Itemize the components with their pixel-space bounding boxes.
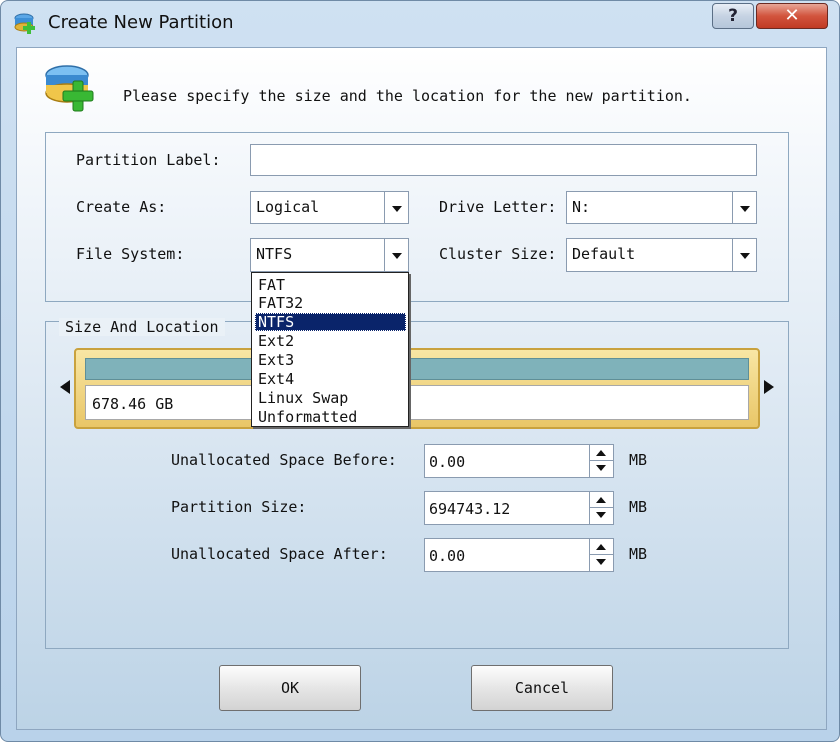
- unallocated-before-spinner[interactable]: 0.00: [424, 444, 614, 478]
- partition-size-unit: MB: [629, 498, 648, 516]
- drive-letter-label: Drive Letter:: [439, 198, 557, 216]
- partition-app-icon: [14, 13, 35, 34]
- decrement-icon[interactable]: [590, 555, 613, 571]
- ok-button[interactable]: OK: [219, 665, 361, 711]
- file-system-option-ext4[interactable]: Ext4: [255, 370, 406, 388]
- file-system-option-fat[interactable]: FAT: [255, 276, 406, 294]
- decrement-icon[interactable]: [590, 461, 613, 477]
- file-system-option-linux-swap[interactable]: Linux Swap: [255, 389, 406, 407]
- help-button[interactable]: ?: [712, 3, 754, 29]
- file-system-option-ntfs[interactable]: NTFS: [255, 313, 406, 331]
- file-system-value: NTFS: [256, 245, 293, 263]
- chevron-down-icon[interactable]: [384, 239, 408, 271]
- increment-icon[interactable]: [590, 539, 613, 555]
- increment-icon[interactable]: [590, 445, 613, 461]
- disk-size-label: 678.46 GB: [92, 395, 174, 413]
- file-system-option-ext2[interactable]: Ext2: [255, 332, 406, 350]
- chevron-down-icon[interactable]: [384, 192, 408, 223]
- chevron-down-icon[interactable]: [732, 239, 756, 271]
- new-partition-icon: [45, 65, 94, 112]
- unallocated-after-value[interactable]: 0.00: [429, 547, 465, 565]
- file-system-option-ext3[interactable]: Ext3: [255, 351, 406, 369]
- partition-label-label: Partition Label:: [76, 151, 221, 169]
- decrement-icon[interactable]: [590, 508, 613, 524]
- unallocated-after-spinner[interactable]: 0.00: [424, 538, 614, 572]
- cluster-size-value: Default: [572, 245, 636, 263]
- file-system-label: File System:: [76, 245, 185, 263]
- create-as-select[interactable]: Logical: [250, 191, 409, 224]
- title-bar[interactable]: Create New Partition ? ✕: [1, 1, 839, 47]
- partition-bar[interactable]: [85, 358, 749, 380]
- unallocated-before-unit: MB: [629, 451, 648, 469]
- partition-size-value[interactable]: 694743.12: [429, 500, 510, 518]
- unallocated-before-label: Unallocated Space Before:: [171, 451, 397, 469]
- file-system-dropdown: FAT FAT32 NTFS Ext2 Ext3 Ext4 Linux Swap…: [251, 272, 409, 427]
- unallocated-after-label: Unallocated Space After:: [171, 545, 388, 563]
- cluster-size-label: Cluster Size:: [439, 245, 557, 263]
- drive-letter-value: N:: [572, 198, 591, 216]
- create-partition-dialog: Create New Partition ? ✕ Please specify …: [0, 0, 840, 742]
- window-title: Create New Partition: [48, 12, 234, 33]
- drive-letter-select[interactable]: N:: [566, 191, 757, 224]
- right-resize-handle-icon[interactable]: [764, 380, 774, 394]
- instruction-text: Please specify the size and the location…: [123, 87, 692, 105]
- increment-icon[interactable]: [590, 492, 613, 508]
- size-location-title: Size And Location: [59, 318, 225, 336]
- unallocated-after-unit: MB: [629, 545, 648, 563]
- left-resize-handle-icon[interactable]: [60, 380, 70, 394]
- partition-info-box[interactable]: 678.46 GB: [85, 385, 749, 420]
- chevron-down-icon[interactable]: [732, 192, 756, 223]
- partition-size-label: Partition Size:: [171, 498, 307, 516]
- cluster-size-select[interactable]: Default: [566, 238, 757, 272]
- disk-map: 678.46 GB: [74, 348, 760, 429]
- partition-size-spinner[interactable]: 694743.12: [424, 491, 614, 525]
- partition-label-input[interactable]: [250, 144, 757, 176]
- create-as-label: Create As:: [76, 198, 167, 216]
- file-system-option-unformatted[interactable]: Unformatted: [255, 408, 406, 426]
- file-system-option-fat32[interactable]: FAT32: [255, 294, 406, 312]
- create-as-value: Logical: [256, 198, 320, 216]
- close-button[interactable]: ✕: [756, 3, 828, 29]
- unallocated-before-value[interactable]: 0.00: [429, 453, 465, 471]
- file-system-select[interactable]: NTFS: [250, 238, 409, 272]
- cancel-button[interactable]: Cancel: [471, 665, 613, 711]
